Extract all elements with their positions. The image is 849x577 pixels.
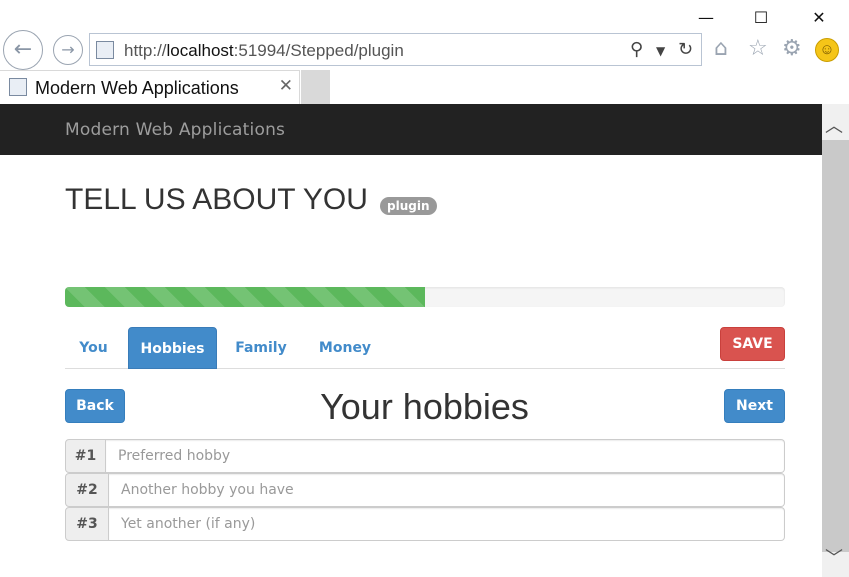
hobby-input-group: #2 [65, 473, 785, 507]
scroll-down-icon[interactable]: ﹀ [825, 544, 843, 570]
tab-favicon-icon [9, 78, 27, 96]
forward-arrow-icon[interactable]: → [53, 35, 83, 65]
scroll-up-icon[interactable]: ︿ [825, 112, 843, 138]
hobby-1-input[interactable] [106, 439, 785, 473]
page-title: TELL US ABOUT YOU [65, 183, 368, 216]
dropdown-icon[interactable]: ▼ [656, 44, 665, 58]
refresh-icon[interactable]: ↻ [678, 39, 693, 60]
hobby-number-addon: #1 [65, 439, 106, 473]
hobby-number-addon: #2 [65, 473, 109, 507]
save-button[interactable]: SAVE [720, 327, 785, 361]
minimize-button[interactable]: — [691, 6, 721, 30]
maximize-button[interactable]: ☐ [746, 6, 776, 30]
tab-hobbies[interactable]: Hobbies [128, 327, 217, 369]
site-favicon-icon [96, 41, 114, 59]
close-window-button[interactable]: ✕ [804, 6, 834, 30]
plugin-badge: plugin [380, 197, 437, 215]
browser-chrome: — ☐ ✕ ← → http://localhost:51994/Stepped… [0, 0, 849, 104]
search-icon[interactable]: ⚲ [630, 39, 643, 60]
hobby-number-addon: #3 [65, 507, 109, 541]
tab-title: Modern Web Applications [35, 78, 239, 98]
tab-you[interactable]: You [65, 327, 122, 369]
progress-bar [65, 287, 785, 307]
scrollbar-thumb[interactable] [822, 140, 849, 552]
tab-money[interactable]: Money [307, 327, 383, 369]
step-tabs: You Hobbies Family Money [65, 327, 785, 369]
section-title: Your hobbies [320, 386, 529, 427]
hobby-input-group: #3 [65, 507, 785, 541]
hobby-3-input[interactable] [109, 507, 785, 541]
back-button[interactable]: Back [65, 389, 125, 423]
hobby-2-input[interactable] [109, 473, 785, 507]
settings-gear-icon[interactable]: ⚙ [782, 36, 802, 61]
site-navbar: Modern Web Applications [0, 104, 822, 155]
address-bar[interactable]: http://localhost:51994/Stepped/plugin ⚲ … [89, 33, 702, 66]
progress-fill [65, 287, 425, 307]
hobby-input-group: #1 [65, 439, 785, 473]
navbar-brand[interactable]: Modern Web Applications [65, 120, 285, 140]
page-scrollbar[interactable]: ︿ ﹀ [822, 104, 849, 577]
tab-family[interactable]: Family [223, 327, 299, 369]
next-button[interactable]: Next [724, 389, 785, 423]
url-text[interactable]: http://localhost:51994/Stepped/plugin [124, 41, 404, 61]
back-arrow-icon[interactable]: ← [3, 30, 43, 70]
browser-tab[interactable]: Modern Web Applications ✕ [0, 70, 300, 104]
tab-close-icon[interactable]: ✕ [279, 76, 293, 96]
favorites-star-icon[interactable]: ☆ [748, 36, 768, 61]
feedback-smiley-icon[interactable]: ☺ [815, 38, 839, 62]
new-tab-button[interactable] [301, 70, 330, 104]
home-icon[interactable]: ⌂ [714, 36, 728, 61]
